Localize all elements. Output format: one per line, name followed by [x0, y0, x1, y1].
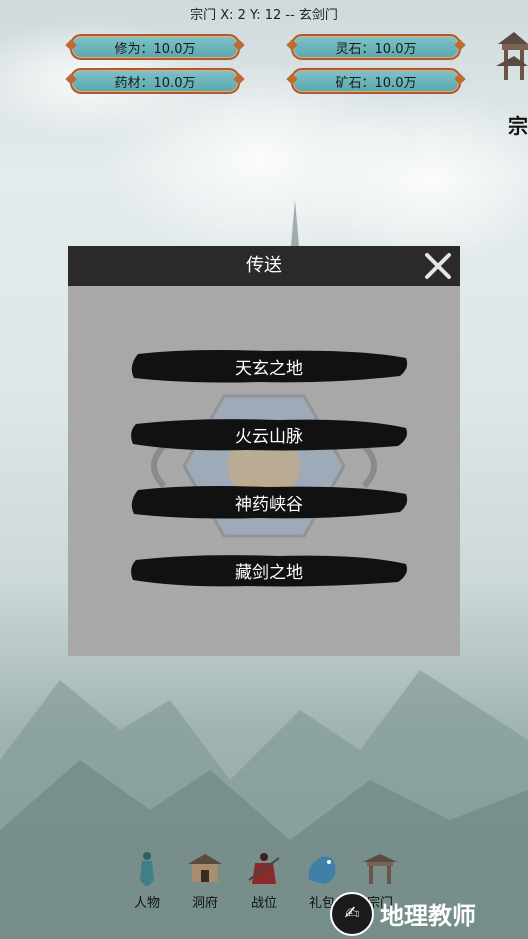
destination-shenyao[interactable]: 神药峡谷 [128, 482, 410, 522]
dialog-title: 传送 [246, 255, 282, 276]
gift-pack-icon [308, 856, 336, 884]
herb-resource: 药材：10.0万 [70, 68, 240, 94]
close-button[interactable] [422, 250, 454, 282]
dialog-header: 传送 [68, 246, 460, 286]
sect-side-label: 宗 [508, 114, 528, 138]
watermark-text: 地理教师 [380, 902, 476, 930]
cultivation-resource: 修为：10.0万 [70, 34, 240, 60]
sect-pavilion-icon[interactable] [494, 14, 528, 94]
cave-dwelling-icon [188, 854, 222, 882]
destination-cangjian[interactable]: 藏剑之地 [128, 550, 410, 590]
nav-cave-dwelling[interactable]: 洞府 [183, 850, 227, 911]
watermark-logo-icon: ✍ [330, 891, 374, 936]
ore-resource: 矿石：10.0万 [291, 68, 461, 94]
character-icon [140, 852, 154, 886]
location-readout: 宗门 X: 2 Y: 12 -- 玄剑门 [190, 8, 338, 23]
sect-emblem-watermark [151, 394, 377, 538]
destination-tianxuan[interactable]: 天玄之地 [128, 346, 410, 386]
battle-position-icon [248, 853, 280, 884]
sect-icon [363, 854, 397, 884]
close-icon [425, 253, 451, 279]
destination-huoyun[interactable]: 火云山脉 [128, 414, 410, 454]
teleport-dialog: 传送 天玄之地 火云山脉 神药峡谷 藏剑之地 [68, 246, 460, 656]
watermark: ✍ 地理教师 [330, 888, 528, 939]
spirit-stone-resource: 灵石：10.0万 [291, 34, 461, 60]
nav-character[interactable]: 人物 [125, 850, 169, 911]
nav-battle-position[interactable]: 战位 [242, 850, 286, 911]
